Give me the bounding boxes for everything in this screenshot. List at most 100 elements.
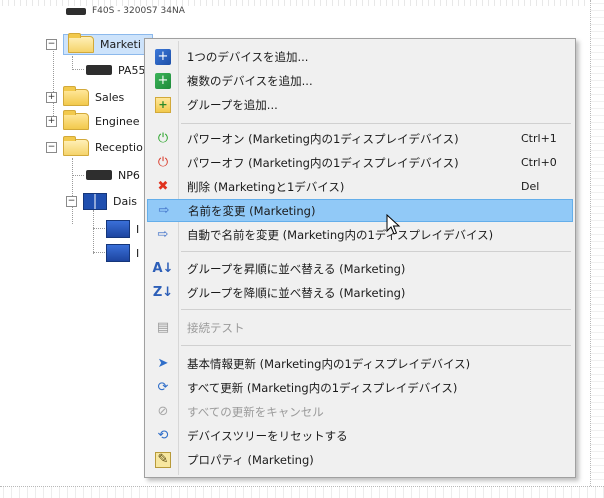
tree-node-daisy-chain[interactable]: − Dais	[66, 190, 137, 212]
rename-icon: ⇨	[158, 202, 170, 218]
menu-item-connection-test: ▤ 接続テスト	[147, 316, 573, 339]
menu-item-shortcut: Del	[521, 180, 540, 193]
tree-node-label: NP6	[118, 168, 140, 182]
menu-item-label: パワーオフ (Marketing内の1ディスプレイデバイス)	[187, 155, 459, 170]
tree-node-device[interactable]: NP6	[86, 164, 140, 186]
menu-item-label: グループを降順に並べ替える (Marketing)	[187, 285, 406, 300]
tree-node-label: Receptio	[95, 140, 143, 154]
menu-item-refresh-all[interactable]: ⟳ すべて更新 (Marketing内の1ディスプレイデバイス)	[147, 376, 573, 399]
collapse-toggle[interactable]: −	[46, 141, 57, 153]
menu-item-shortcut: Ctrl+1	[521, 132, 557, 145]
tree-node-marketing[interactable]: − Marketi	[46, 33, 153, 55]
monitor-icon	[106, 244, 130, 262]
tree-guide-line	[93, 210, 94, 254]
menu-separator	[181, 123, 571, 124]
menu-item-label: すべての更新をキャンセル	[187, 404, 324, 419]
menu-separator	[181, 251, 571, 252]
tree-node-sales[interactable]: + Sales	[46, 86, 124, 108]
menu-item-label: すべて更新 (Marketing内の1ディスプレイデバイス)	[187, 380, 458, 395]
menu-item-power-on[interactable]: ⏻ パワーオン (Marketing内の1ディスプレイデバイス) Ctrl+1	[147, 127, 573, 150]
context-menu: + 1つのデバイスを追加... + 複数のデバイスを追加... + グループを追…	[144, 38, 576, 478]
monitor-icon	[106, 220, 130, 238]
menu-item-label: プロパティ (Marketing)	[187, 452, 314, 467]
menu-item-label: グループを追加...	[187, 97, 278, 112]
menu-item-add-device[interactable]: + 1つのデバイスを追加...	[147, 45, 573, 68]
refresh-all-icon: ⟳	[157, 379, 169, 395]
tree-guide-line	[72, 175, 84, 176]
menu-item-sort-ascending[interactable]: A↓ グループを昇順に並べ替える (Marketing)	[147, 257, 573, 280]
tree-guide-line	[72, 69, 84, 70]
folder-open-icon	[63, 136, 89, 156]
torn-edge-bottom	[0, 486, 604, 498]
sort-descending-icon: Z↓	[152, 284, 174, 300]
menu-item-label: 1つのデバイスを追加...	[187, 49, 309, 64]
display-group-icon	[83, 192, 107, 210]
menu-item-auto-rename[interactable]: ⇨ 自動で名前を変更 (Marketing内の1ディスプレイデバイス)	[147, 223, 573, 246]
device-icon	[66, 7, 86, 15]
collapse-toggle[interactable]: −	[66, 195, 77, 207]
menu-item-add-devices[interactable]: + 複数のデバイスを追加...	[147, 69, 573, 92]
refresh-basic-icon: ➤	[157, 355, 169, 371]
menu-item-label: 接続テスト	[187, 320, 245, 335]
torn-edge-right	[590, 0, 604, 498]
properties-icon: ✎	[155, 451, 171, 468]
tree-node-label: Enginee	[95, 114, 140, 128]
menu-item-label: 基本情報更新 (Marketing内の1ディスプレイデバイス)	[187, 356, 471, 371]
delete-icon: ✖	[157, 178, 169, 194]
tree-guide-line	[93, 228, 105, 229]
tree-row-partial: F40S - 3200S7 34NA	[66, 4, 266, 18]
menu-item-cancel-refresh: ⊘ すべての更新をキャンセル	[147, 400, 573, 423]
folder-icon	[63, 86, 89, 106]
auto-rename-icon: ⇨	[157, 226, 169, 242]
menu-item-delete[interactable]: ✖ 削除 (Marketingと1デバイス) Del	[147, 175, 573, 198]
tree-node-label: I	[136, 222, 140, 236]
tree-node-device[interactable]: PA55	[86, 59, 145, 81]
tree-node-monitor[interactable]: I	[106, 242, 139, 264]
tree-node-label: Marketi	[100, 37, 141, 51]
menu-item-label: デバイスツリーをリセットする	[187, 428, 348, 443]
menu-separator	[181, 309, 571, 310]
menu-item-label: 削除 (Marketingと1デバイス)	[187, 179, 345, 194]
add-device-icon: +	[155, 48, 171, 65]
tree-node-label: Sales	[95, 90, 125, 104]
menu-item-refresh-basic[interactable]: ➤ 基本情報更新 (Marketing内の1ディスプレイデバイス)	[147, 352, 573, 375]
collapse-toggle[interactable]: −	[46, 38, 57, 50]
tree-node-selection[interactable]: Marketi	[63, 33, 153, 55]
menu-item-label: 名前を変更 (Marketing)	[188, 203, 316, 218]
add-devices-icon: +	[155, 72, 171, 89]
menu-item-properties[interactable]: ✎ プロパティ (Marketing)	[147, 448, 573, 471]
menu-item-power-off[interactable]: ⏻ パワーオフ (Marketing内の1ディスプレイデバイス) Ctrl+0	[147, 151, 573, 174]
add-group-icon: +	[155, 96, 171, 113]
tree-node-monitor[interactable]: I	[106, 218, 139, 240]
expand-toggle[interactable]: +	[46, 115, 57, 127]
sort-ascending-icon: A↓	[152, 260, 174, 276]
menu-item-label: 複数のデバイスを追加...	[187, 73, 313, 88]
tree-node-label: PA55	[118, 63, 146, 77]
cancel-refresh-icon: ⊘	[157, 403, 169, 419]
expand-toggle[interactable]: +	[46, 91, 57, 103]
connection-test-icon: ▤	[156, 319, 170, 335]
menu-item-label: グループを昇順に並べ替える (Marketing)	[187, 261, 406, 276]
reset-tree-icon: ⟲	[157, 427, 169, 443]
tree-node-label: F40S - 3200S7 34NA	[92, 6, 185, 16]
menu-item-sort-descending[interactable]: Z↓ グループを降順に並べ替える (Marketing)	[147, 281, 573, 304]
menu-item-label: 自動で名前を変更 (Marketing内の1ディスプレイデバイス)	[187, 227, 494, 242]
folder-open-icon	[68, 33, 94, 53]
power-on-icon: ⏻	[157, 130, 169, 146]
mouse-cursor-icon	[386, 214, 401, 235]
tree-guide-line	[93, 252, 105, 253]
device-icon	[86, 65, 112, 75]
tree-node-engineering[interactable]: + Enginee	[46, 110, 139, 132]
tree-guide-line	[72, 56, 73, 70]
power-off-icon: ⏻	[157, 154, 169, 170]
menu-item-shortcut: Ctrl+0	[521, 156, 557, 169]
menu-separator	[181, 345, 571, 346]
folder-icon	[63, 110, 89, 130]
device-icon	[86, 170, 112, 180]
tree-node-label: I	[136, 246, 140, 260]
menu-item-add-group[interactable]: + グループを追加...	[147, 93, 573, 116]
menu-item-label: パワーオン (Marketing内の1ディスプレイデバイス)	[187, 131, 459, 146]
menu-item-reset-tree[interactable]: ⟲ デバイスツリーをリセットする	[147, 424, 573, 447]
menu-item-rename[interactable]: ⇨ 名前を変更 (Marketing)	[147, 199, 573, 222]
tree-node-reception[interactable]: − Receptio	[46, 136, 143, 158]
